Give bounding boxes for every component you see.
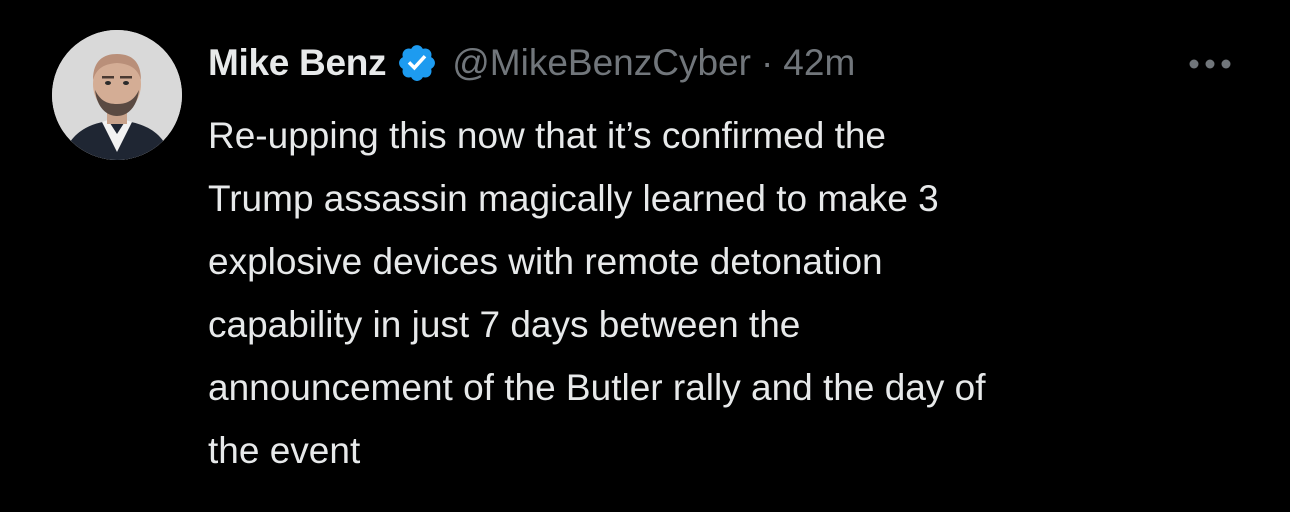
tweet-header: Mike Benz @MikeBenzCyber · 42m xyxy=(208,38,855,88)
profile-photo xyxy=(52,30,182,160)
author-display-name[interactable]: Mike Benz xyxy=(208,42,387,84)
tweet-card[interactable]: Mike Benz @MikeBenzCyber · 42m Re-upping… xyxy=(0,0,1290,512)
tweet-text-line: announcement of the Butler rally and the… xyxy=(208,367,986,408)
ellipsis-icon xyxy=(1189,59,1231,69)
author-handle[interactable]: @MikeBenzCyber xyxy=(452,42,751,84)
tweet-text-line: explosive devices with remote detonation xyxy=(208,241,883,282)
tweet-text-line: Re-upping this now that it’s confirmed t… xyxy=(208,115,887,156)
tweet-text-line: the event xyxy=(208,430,361,471)
author-avatar[interactable] xyxy=(52,30,182,160)
tweet-text-line: capability in just 7 days between the xyxy=(208,304,801,345)
tweet-timestamp[interactable]: 42m xyxy=(783,42,855,84)
tweet-text: Re-upping this now that it’s confirmed t… xyxy=(208,104,1268,482)
more-options-button[interactable] xyxy=(1180,44,1240,84)
header-separator: · xyxy=(760,42,774,83)
tweet-text-line: Trump assassin magically learned to make… xyxy=(208,178,939,219)
verified-badge-icon xyxy=(396,42,438,84)
